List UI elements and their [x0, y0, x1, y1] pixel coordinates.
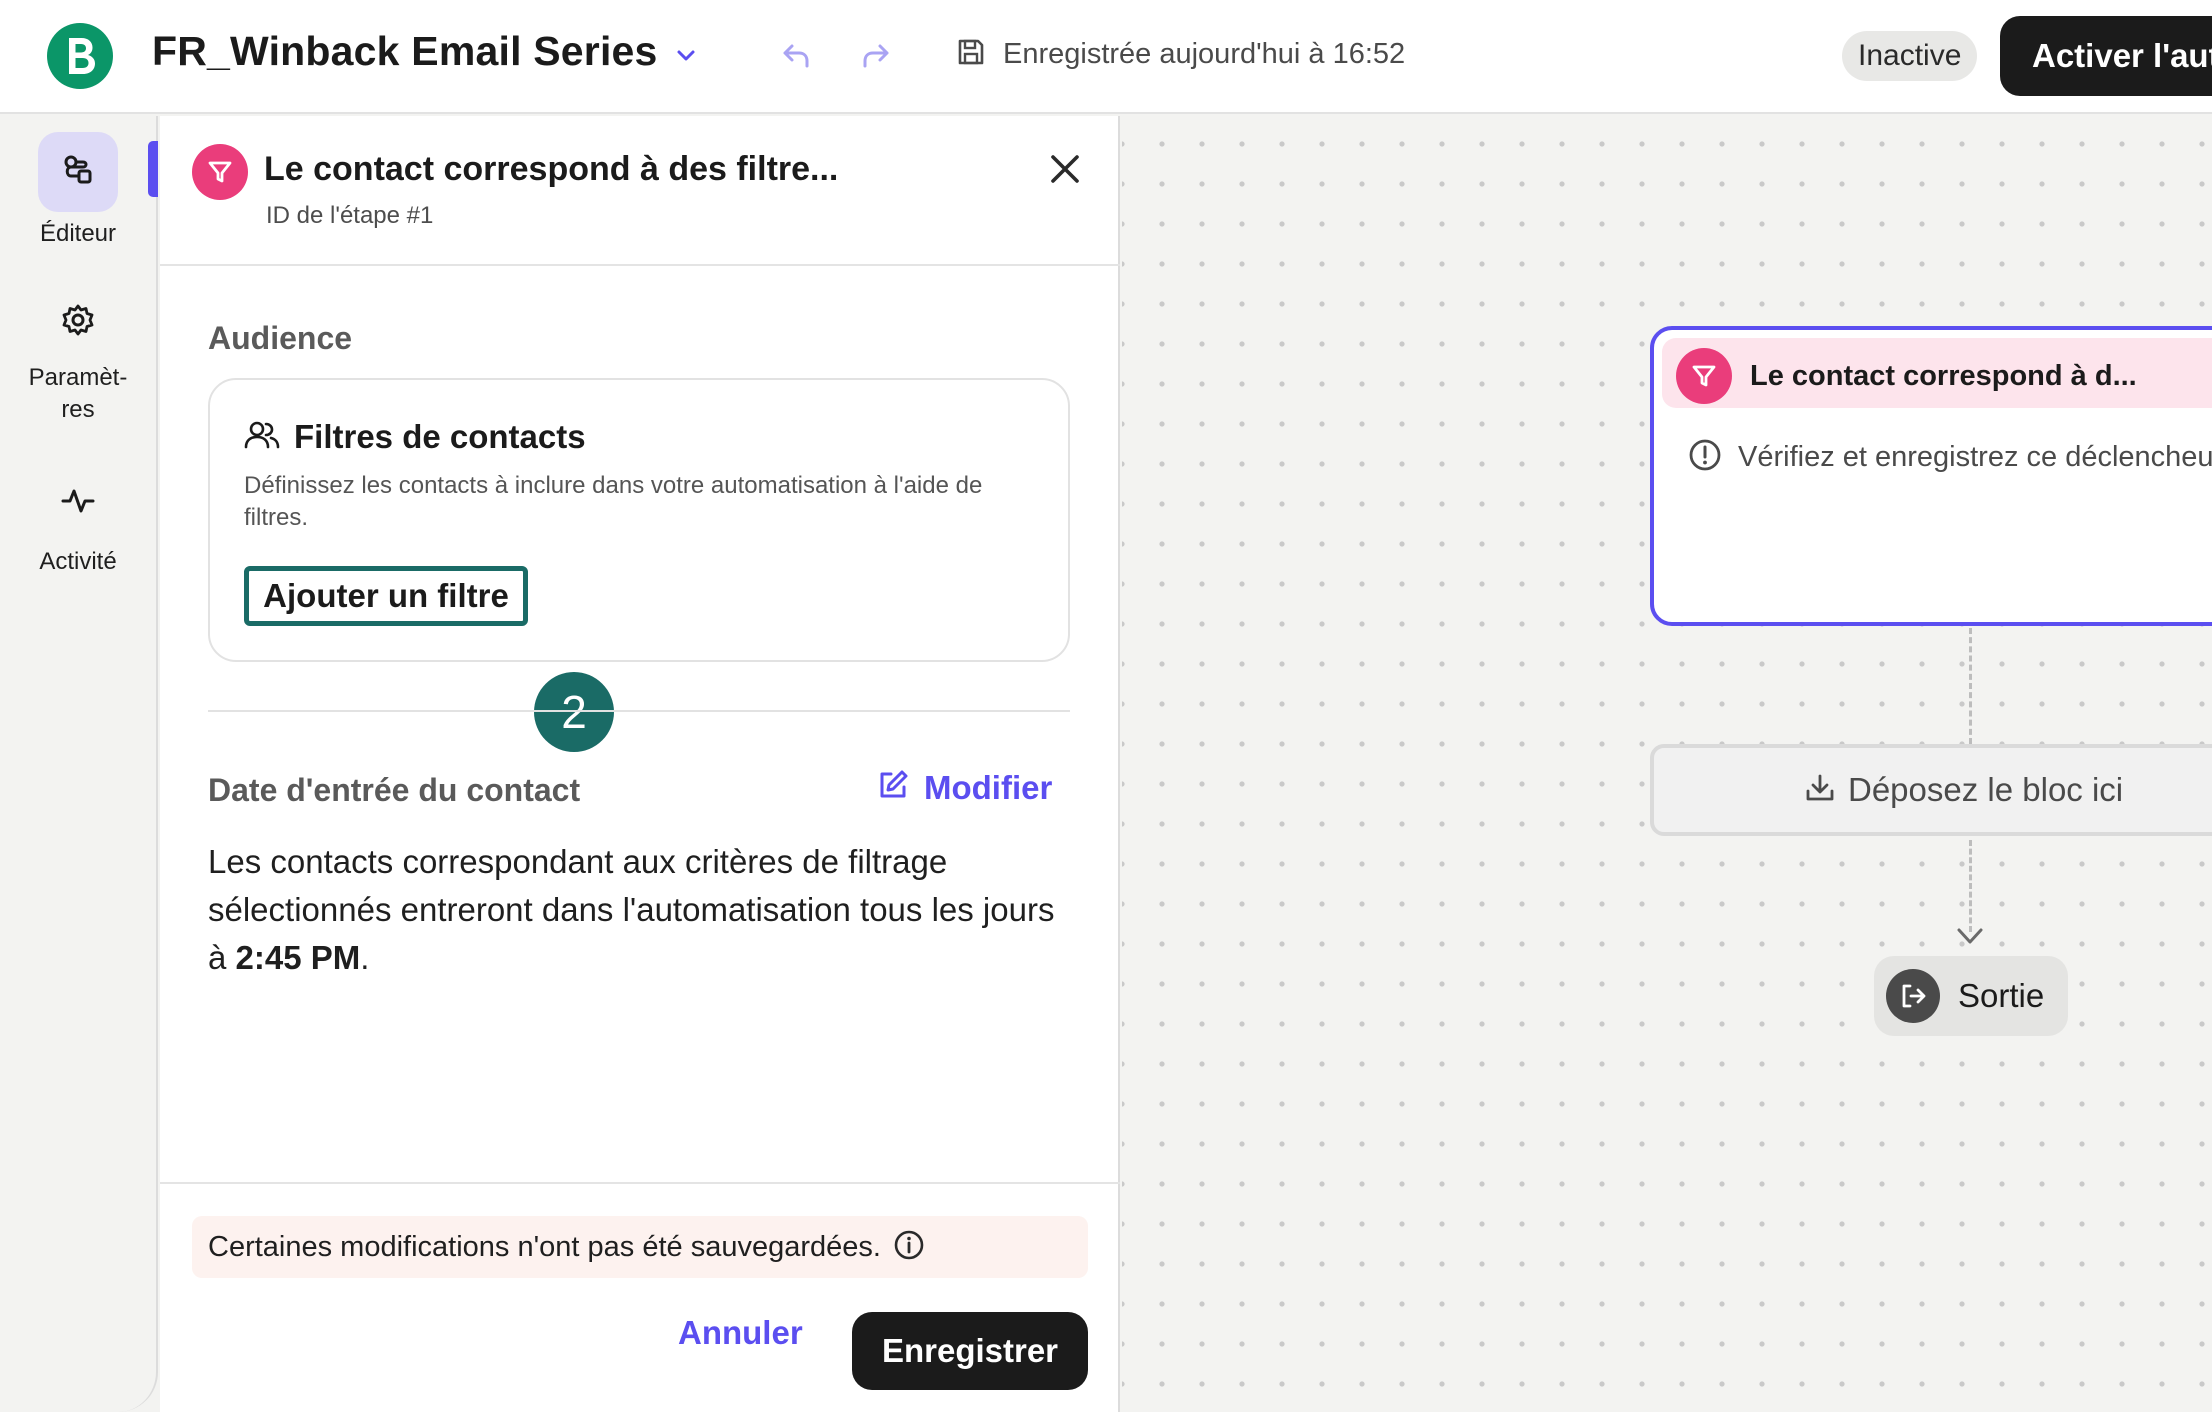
step-config-panel: Le contact correspond à des filtre... ID…: [160, 116, 1120, 1412]
trigger-node[interactable]: Le contact correspond à d... Vérifiez et…: [1650, 326, 2212, 626]
nav-active-indicator: [148, 141, 158, 197]
filter-funnel-icon: [192, 144, 248, 200]
workflow-canvas[interactable]: Le contact correspond à d... Vérifiez et…: [1122, 116, 2212, 1412]
nav-item-activity[interactable]: Activité: [0, 462, 156, 578]
filter-card-title: Filtres de contacts: [294, 418, 586, 455]
modify-entry-button[interactable]: Modifier: [876, 768, 1052, 807]
info-icon[interactable]: [893, 1229, 925, 1266]
floppy-disk-icon: [955, 36, 987, 73]
filter-card-header: Filtres de contacts: [244, 418, 586, 456]
nav-label-editor: Éditeur: [39, 220, 117, 247]
undo-icon[interactable]: [776, 36, 816, 76]
users-icon: [244, 419, 280, 456]
audience-heading: Audience: [208, 320, 353, 356]
activity-icon: [59, 481, 97, 524]
redo-icon[interactable]: [856, 36, 896, 76]
trigger-node-title: Le contact correspond à d...: [1750, 360, 2137, 392]
warning-icon: [1688, 438, 1722, 477]
add-filter-button[interactable]: Ajouter un filtre: [244, 566, 528, 626]
nav-item-settings-box: [38, 282, 118, 362]
entry-time: 2:45 PM: [235, 939, 361, 976]
download-icon: [1804, 772, 1836, 809]
drop-zone-label: Déposez le bloc ici: [1848, 771, 2124, 808]
step-id-label: ID de l'étape #1: [266, 202, 434, 229]
unsaved-changes-banner: Certaines modifications n'ont pas été sa…: [192, 1216, 1088, 1278]
nav-item-editor[interactable]: Éditeur: [0, 132, 156, 250]
trigger-warning-text: Vérifiez et enregistrez ce déclencheur: [1738, 441, 2212, 473]
saved-timestamp: Enregistrée aujourd'hui à 16:52: [1003, 38, 1406, 70]
nav-item-settings[interactable]: Paramèt- res: [0, 282, 156, 426]
section-divider: [208, 710, 1070, 712]
exit-label: Sortie: [1958, 977, 2045, 1014]
footer-divider: [160, 1182, 1120, 1184]
modify-label: Modifier: [924, 768, 1053, 806]
nav-label-settings: Paramèt- res: [28, 364, 128, 423]
arrow-down-icon: [1955, 926, 1985, 953]
cancel-button[interactable]: Annuler: [678, 1314, 803, 1352]
edit-icon: [876, 768, 910, 807]
activate-button[interactable]: Activer l'automatisation: [2000, 16, 2212, 96]
brevo-logo[interactable]: [47, 23, 113, 89]
close-icon: [1048, 152, 1082, 191]
filter-card-description: Définissez les contacts à inclure dans v…: [244, 472, 983, 531]
trigger-warning: Vérifiez et enregistrez ce déclencheur: [1688, 438, 2212, 477]
entry-description: Les contacts correspondant aux critères …: [208, 838, 1068, 982]
status-badge: Inactive: [1842, 31, 1978, 81]
panel-header: Le contact correspond à des filtre... ID…: [160, 116, 1120, 266]
nav-item-editor-highlight: [38, 132, 118, 212]
panel-title: Le contact correspond à des filtre...: [264, 150, 839, 188]
save-status: Enregistrée aujourd'hui à 16:52: [955, 36, 1405, 73]
flow-icon: [59, 151, 97, 194]
exit-icon: [1886, 969, 1940, 1023]
unsaved-changes-text: Certaines modifications n'ont pas été sa…: [208, 1230, 881, 1263]
step-number-badge: 2: [534, 672, 614, 752]
entry-text-end: .: [360, 939, 370, 976]
nav-label-activity: Activité: [39, 548, 117, 575]
connector-line: [1969, 628, 1972, 744]
save-button[interactable]: Enregistrer: [852, 1312, 1088, 1390]
nav-item-activity-box: [38, 462, 118, 542]
automation-title[interactable]: FR_Winback Email Series: [152, 28, 658, 75]
filter-funnel-icon: [1676, 348, 1732, 404]
logo-letter-icon: [69, 38, 95, 74]
entry-date-heading: Date d'entrée du contact: [208, 772, 581, 808]
contact-filters-card: Filtres de contacts Définissez les conta…: [208, 378, 1070, 662]
exit-node[interactable]: Sortie: [1874, 956, 2068, 1036]
gear-icon: [59, 301, 97, 344]
chevron-down-icon[interactable]: [668, 38, 704, 74]
drop-zone[interactable]: Déposez le bloc ici: [1650, 744, 2212, 836]
left-navigation: Éditeur Paramèt- res Activité: [0, 116, 158, 1412]
top-bar: FR_Winback Email Series Enregistrée aujo…: [0, 0, 2212, 114]
close-panel-button[interactable]: [1040, 146, 1090, 196]
connector-line: [1969, 840, 1972, 932]
